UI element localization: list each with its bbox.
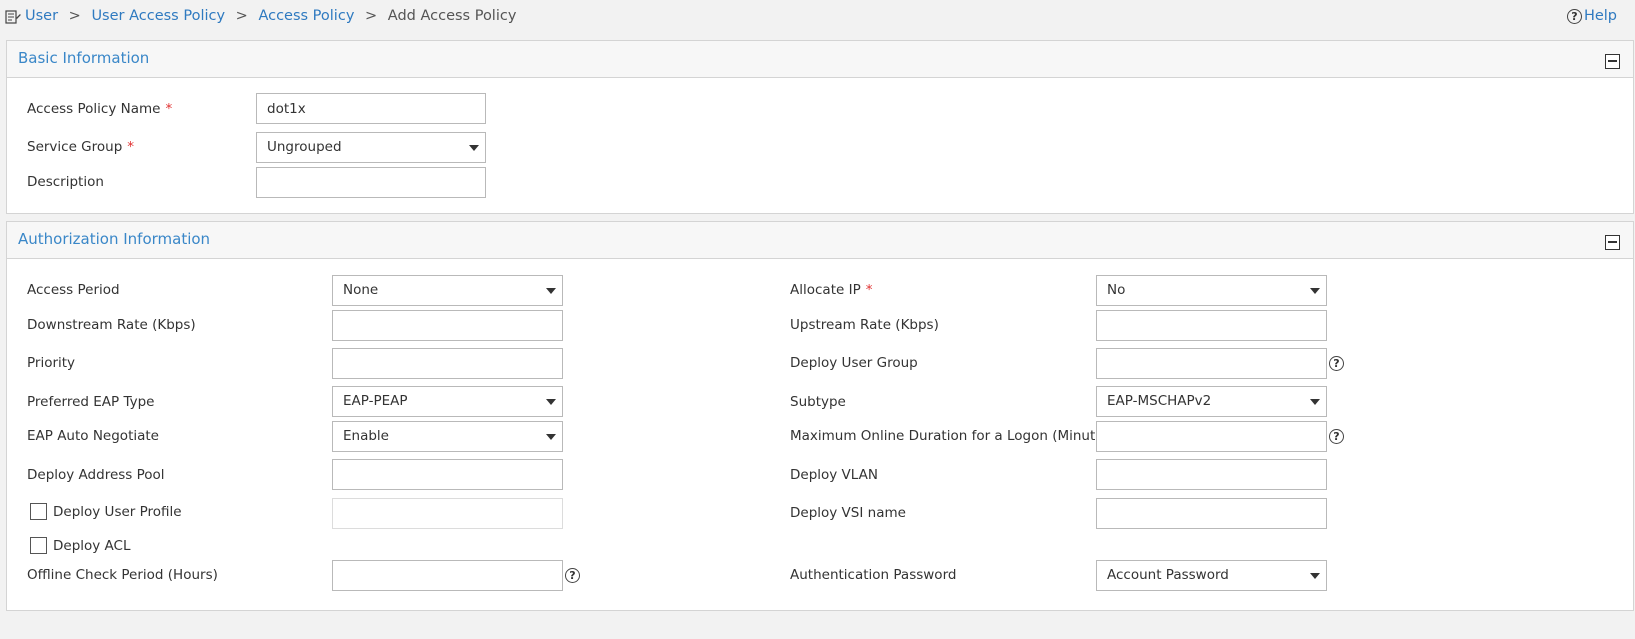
subtype-value: EAP-MSCHAPv2 [1107, 393, 1212, 409]
help-label: Help [1583, 8, 1617, 24]
offline-check-help-icon[interactable]: ? [565, 568, 580, 583]
authentication-password-label: Authentication Password [790, 567, 957, 583]
access-policy-name-text: Access Policy Name [27, 101, 161, 117]
authorization-information-title: Authorization Information [18, 230, 211, 248]
service-group-select[interactable]: Ungrouped [256, 132, 486, 163]
breadcrumb-separator: > [235, 8, 248, 24]
allocate-ip-label: Allocate IP * [790, 282, 872, 298]
service-group-value: Ungrouped [267, 139, 342, 155]
breadcrumb-user[interactable]: User [25, 8, 58, 24]
breadcrumb-user-access-policy[interactable]: User Access Policy [91, 8, 225, 24]
authorization-information-panel: Authorization Information Access Period … [6, 221, 1634, 611]
deploy-user-profile-checkbox[interactable] [30, 503, 47, 520]
eap-auto-negotiate-label: EAP Auto Negotiate [27, 428, 159, 444]
deploy-acl-label: Deploy ACL [53, 538, 131, 554]
access-policy-name-input[interactable] [256, 93, 486, 124]
collapse-authorization-icon[interactable] [1605, 235, 1620, 250]
dropdown-arrow-icon [1310, 399, 1320, 405]
downstream-rate-input[interactable] [332, 310, 563, 341]
dropdown-arrow-icon [546, 399, 556, 405]
deploy-vlan-input[interactable] [1096, 459, 1327, 490]
help-icon: ? [1566, 8, 1582, 24]
help-link[interactable]: ? Help [1566, 8, 1617, 24]
basic-information-panel: Basic Information Access Policy Name* Se… [6, 40, 1634, 214]
downstream-rate-label: Downstream Rate (Kbps) [27, 317, 196, 333]
allocate-ip-select[interactable]: No [1096, 275, 1327, 306]
breadcrumb-separator: > [365, 8, 378, 24]
access-period-value: None [343, 282, 379, 298]
authentication-password-select[interactable]: Account Password [1096, 560, 1327, 591]
deploy-user-profile-input[interactable] [332, 498, 563, 529]
allocate-ip-value: No [1107, 282, 1126, 298]
subtype-label: Subtype [790, 394, 846, 410]
deploy-vlan-label: Deploy VLAN [790, 467, 878, 483]
deploy-address-pool-label: Deploy Address Pool [27, 467, 165, 483]
max-online-duration-label: Maximum Online Duration for a Logon (Min… [790, 428, 1116, 444]
allocate-ip-text: Allocate IP [790, 282, 861, 298]
dropdown-arrow-icon [1310, 288, 1320, 294]
service-group-text: Service Group [27, 139, 123, 155]
required-mark: * [127, 139, 135, 155]
breadcrumb-separator: > [68, 8, 81, 24]
description-input[interactable] [256, 167, 486, 198]
basic-information-title: Basic Information [18, 49, 150, 67]
description-label: Description [27, 174, 104, 190]
priority-label: Priority [27, 355, 76, 371]
basic-information-header: Basic Information [7, 41, 1633, 78]
deploy-vsi-name-input[interactable] [1096, 498, 1327, 529]
deploy-user-group-label: Deploy User Group [790, 355, 918, 371]
deploy-address-pool-input[interactable] [332, 459, 563, 490]
access-policy-name-label: Access Policy Name * [27, 101, 172, 117]
dropdown-arrow-icon [546, 434, 556, 440]
deploy-user-group-help-icon[interactable]: ? [1329, 356, 1344, 371]
upstream-rate-label: Upstream Rate (Kbps) [790, 317, 939, 333]
access-period-label: Access Period [27, 282, 120, 298]
offline-check-period-input[interactable] [332, 560, 563, 591]
top-bar: User > User Access Policy > Access Polic… [0, 0, 1635, 36]
priority-input[interactable] [332, 348, 563, 379]
user-card-icon [5, 10, 21, 24]
preferred-eap-type-label: Preferred EAP Type [27, 394, 155, 410]
service-group-label: Service Group * [27, 139, 134, 155]
breadcrumb-current: Add Access Policy [387, 8, 517, 24]
collapse-basic-icon[interactable] [1605, 54, 1620, 69]
deploy-user-profile-label: Deploy User Profile [53, 504, 182, 520]
upstream-rate-input[interactable] [1096, 310, 1327, 341]
dropdown-arrow-icon [469, 145, 479, 151]
deploy-acl-checkbox[interactable] [30, 537, 47, 554]
offline-check-period-label: Offline Check Period (Hours) [27, 567, 218, 583]
eap-auto-negotiate-value: Enable [343, 428, 389, 444]
breadcrumb: User > User Access Policy > Access Polic… [25, 8, 516, 24]
required-mark: * [865, 282, 873, 298]
dropdown-arrow-icon [546, 288, 556, 294]
required-mark: * [165, 101, 173, 117]
deploy-user-group-input[interactable] [1096, 348, 1327, 379]
max-online-duration-help-icon[interactable]: ? [1329, 429, 1344, 444]
authentication-password-value: Account Password [1107, 567, 1229, 583]
preferred-eap-type-select[interactable]: EAP-PEAP [332, 386, 563, 417]
eap-auto-negotiate-select[interactable]: Enable [332, 421, 563, 452]
breadcrumb-access-policy[interactable]: Access Policy [258, 8, 354, 24]
preferred-eap-type-value: EAP-PEAP [343, 393, 408, 409]
deploy-vsi-name-label: Deploy VSI name [790, 505, 906, 521]
max-online-duration-input[interactable] [1096, 421, 1327, 452]
dropdown-arrow-icon [1310, 573, 1320, 579]
authorization-information-header: Authorization Information [7, 222, 1633, 259]
access-period-select[interactable]: None [332, 275, 563, 306]
subtype-select[interactable]: EAP-MSCHAPv2 [1096, 386, 1327, 417]
